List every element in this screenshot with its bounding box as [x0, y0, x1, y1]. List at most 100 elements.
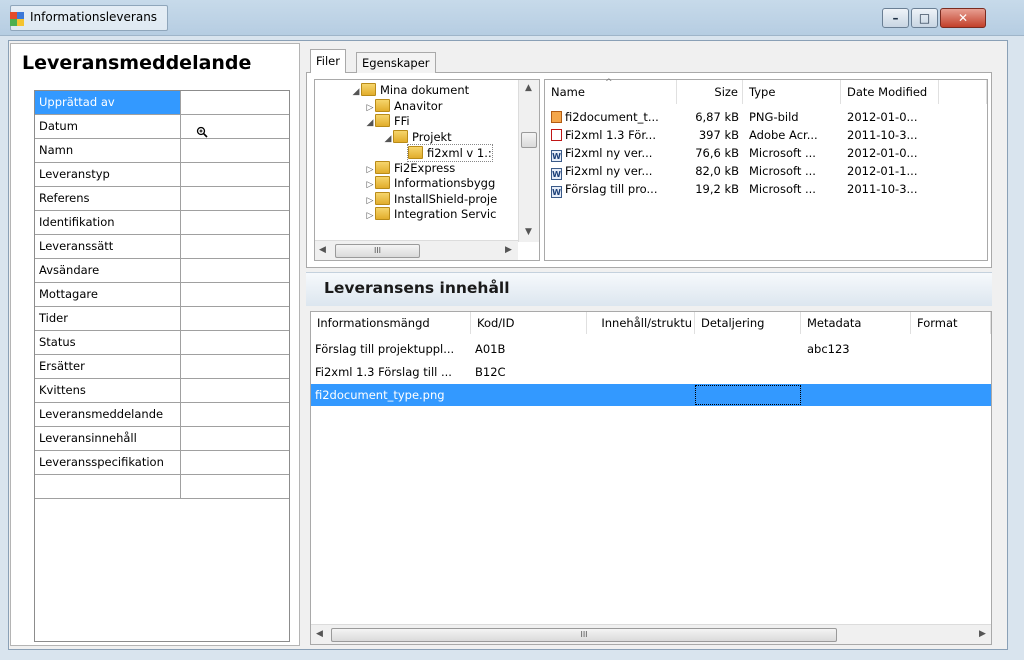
content-cell-format[interactable] [915, 384, 989, 406]
content-column-header[interactable]: Kod/ID [471, 312, 587, 334]
scroll-right-icon[interactable]: ▶ [505, 245, 512, 255]
file-column-header[interactable]: Type [743, 80, 841, 104]
property-row[interactable]: Identifikation [35, 211, 289, 235]
content-cell-format[interactable] [915, 361, 989, 383]
content-cell-detaljering[interactable] [699, 361, 799, 383]
content-cell-kod[interactable]: B12C [475, 361, 585, 383]
content-row[interactable]: Fi2xml 1.3 Förslag till ... B12C [311, 361, 991, 383]
tree-node[interactable]: ▷ Integration Servic [365, 206, 496, 222]
content-hscroll-thumb[interactable]: III [331, 628, 837, 642]
property-value[interactable] [181, 379, 289, 403]
property-value[interactable] [181, 163, 289, 187]
collapse-icon[interactable]: ◢ [383, 131, 393, 147]
file-row[interactable]: W Fi2xml ny ver... 82,0 kB Microsoft ... 201… [545, 162, 987, 180]
maximize-button[interactable]: □ [911, 8, 938, 28]
scroll-left-icon[interactable]: ◀ [316, 629, 323, 639]
content-cell-innehall[interactable] [591, 361, 693, 383]
property-value[interactable] [181, 211, 289, 235]
property-value[interactable] [181, 451, 289, 475]
content-horizontal-scrollbar[interactable]: ◀ III ▶ [311, 624, 991, 644]
tab-filer[interactable]: Filer [310, 49, 346, 73]
property-row[interactable]: Referens [35, 187, 289, 211]
tree-node[interactable]: ▷ Anavitor [365, 98, 442, 114]
expand-icon[interactable]: ▷ [365, 208, 375, 224]
content-column-header[interactable]: Informationsmängd [311, 312, 471, 334]
scroll-down-icon[interactable]: ▼ [525, 227, 532, 237]
property-row[interactable]: Leveransmeddelande [35, 403, 289, 427]
focused-cell[interactable] [695, 385, 801, 405]
tab-egenskaper[interactable]: Egenskaper [356, 52, 436, 73]
property-row[interactable]: Leveransspecifikation [35, 451, 289, 475]
property-value[interactable] [181, 139, 289, 163]
property-row[interactable]: Leveranstyp [35, 163, 289, 187]
property-row[interactable]: Leveransinnehåll [35, 427, 289, 451]
property-row[interactable]: Status [35, 331, 289, 355]
minimize-button[interactable]: – [882, 8, 909, 28]
property-value[interactable] [181, 91, 289, 115]
content-cell-info[interactable]: Fi2xml 1.3 Förslag till ... [315, 361, 469, 383]
tree-vscroll-thumb[interactable] [521, 132, 537, 148]
property-row[interactable]: Ersätter [35, 355, 289, 379]
content-cell-kod[interactable] [475, 384, 585, 406]
content-cell-metadata[interactable]: abc123 [807, 338, 911, 360]
property-value[interactable] [181, 403, 289, 427]
tree-node[interactable]: ◢ FFi [365, 113, 410, 129]
scroll-up-icon[interactable]: ▲ [525, 83, 532, 93]
property-row[interactable]: Mottagare [35, 283, 289, 307]
property-value[interactable] [181, 283, 289, 307]
content-cell-detaljering[interactable] [699, 338, 799, 360]
property-row[interactable]: Tider [35, 307, 289, 331]
property-value[interactable] [181, 355, 289, 379]
content-column-header[interactable]: Format [911, 312, 991, 334]
folder-tree[interactable]: ◢ Mina dokument ▷ Anavitor ◢ FFi ◢ Projekt fi2xm… [314, 79, 540, 261]
property-row[interactable]: Leveranssätt [35, 235, 289, 259]
file-column-header[interactable]: Size [677, 80, 743, 104]
content-column-header[interactable]: Detaljering [695, 312, 801, 334]
file-column-header[interactable]: Date Modified [841, 80, 939, 104]
content-cell-metadata[interactable] [807, 384, 911, 406]
tree-vertical-scrollbar[interactable]: ▲ ▼ [518, 80, 539, 242]
file-row[interactable]: W Förslag till pro... 19,2 kB Microsoft ...… [545, 180, 987, 198]
property-value[interactable] [181, 331, 289, 355]
content-grid[interactable]: Informationsmängd Kod/ID Innehåll/struktu D… [310, 311, 992, 645]
content-row[interactable]: fi2document_type.png [311, 384, 991, 406]
tree-node[interactable]: ▷ Informationsbygg [365, 175, 495, 191]
property-row[interactable]: Avsändare [35, 259, 289, 283]
content-cell-innehall[interactable] [591, 338, 693, 360]
scroll-left-icon[interactable]: ◀ [319, 245, 326, 255]
file-list[interactable]: Name Size Type Date Modified ^ fi2document_t.… [544, 78, 988, 261]
property-value[interactable] [181, 259, 289, 283]
tree-horizontal-scrollbar[interactable]: ◀ III ▶ [315, 240, 518, 260]
content-cell-format[interactable] [915, 338, 989, 360]
property-row[interactable] [35, 475, 289, 499]
property-value[interactable] [181, 475, 289, 499]
file-row[interactable]: W Fi2xml ny ver... 76,6 kB Microsoft ... 201… [545, 144, 987, 162]
file-row[interactable]: fi2document_t... 6,87 kB PNG-bild 2012-01-0… [545, 108, 987, 126]
property-row[interactable]: Upprättad av [35, 91, 289, 115]
property-value[interactable] [181, 307, 289, 331]
property-value[interactable] [181, 187, 289, 211]
file-row[interactable]: Fi2xml 1.3 För... 397 kB Adobe Acr... 2011-… [545, 126, 987, 144]
content-column-header[interactable]: Innehåll/struktu [587, 312, 695, 334]
collapse-icon[interactable]: ◢ [365, 115, 375, 131]
tree-node[interactable]: ◢ Projekt [383, 129, 452, 145]
property-value[interactable] [181, 235, 289, 259]
content-cell-kod[interactable]: A01B [475, 338, 585, 360]
content-cell-metadata[interactable] [807, 361, 911, 383]
property-row[interactable]: Namn [35, 139, 289, 163]
scroll-right-icon[interactable]: ▶ [979, 629, 986, 639]
property-row[interactable]: Datum [35, 115, 289, 139]
tree-node[interactable]: ◢ Mina dokument [351, 82, 469, 98]
content-column-header[interactable]: Metadata [801, 312, 911, 334]
content-row[interactable]: Förslag till projektuppl... A01B abc123 [311, 338, 991, 360]
property-row[interactable]: Kvittens [35, 379, 289, 403]
tree-node[interactable]: ▷ Fi2Express [365, 160, 455, 176]
content-cell-info[interactable]: fi2document_type.png [315, 384, 469, 406]
property-value[interactable] [181, 427, 289, 451]
tree-node[interactable]: ▷ InstallShield-proje [365, 191, 497, 207]
content-cell-innehall[interactable] [591, 384, 693, 406]
tree-hscroll-thumb[interactable]: III [335, 244, 420, 258]
close-button[interactable]: ✕ [940, 8, 986, 28]
collapse-icon[interactable]: ◢ [351, 84, 361, 100]
content-cell-info[interactable]: Förslag till projektuppl... [315, 338, 469, 360]
